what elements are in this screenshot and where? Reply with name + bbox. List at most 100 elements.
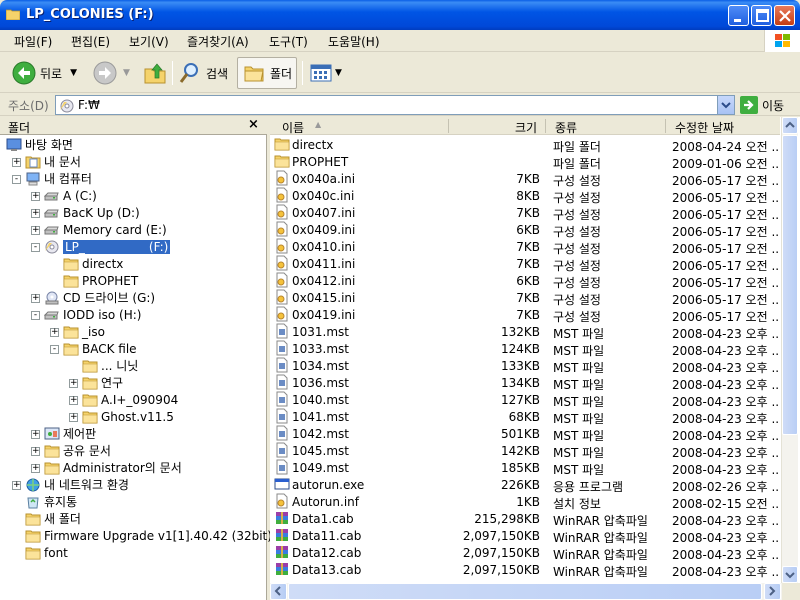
column-header-type[interactable]: 종류 (555, 119, 577, 136)
file-row[interactable]: 1040.mst 127KB MST 파일 2008-04-23 오후 ... (270, 391, 780, 409)
expand-toggle[interactable]: + (31, 464, 40, 473)
file-row[interactable]: 1041.mst 68KB MST 파일 2008-04-23 오후 ... (270, 408, 780, 426)
tree-item[interactable]: 공유 문서 (44, 442, 111, 459)
tree-item[interactable]: _iso (63, 323, 105, 340)
column-header-date[interactable]: 수정한 날짜 (675, 119, 734, 136)
address-dropdown-button[interactable] (717, 96, 734, 114)
maximize-button[interactable] (751, 5, 772, 26)
expand-toggle[interactable]: + (12, 158, 21, 167)
tree-item[interactable]: BacK Up (D:) (43, 204, 140, 221)
menu-file[interactable]: 파일(F) (14, 33, 52, 50)
title-bar[interactable]: LP_COLONIES (F:) (0, 0, 800, 30)
tree-item[interactable]: 바탕 화면 (6, 136, 73, 153)
expand-toggle[interactable]: + (31, 226, 40, 235)
collapse-toggle[interactable]: - (50, 345, 59, 354)
expand-toggle[interactable]: + (31, 430, 40, 439)
tree-item[interactable]: PROPHET (63, 272, 138, 289)
address-input[interactable]: F:₩ (55, 95, 735, 115)
file-row[interactable]: 0x0411.ini 7KB 구성 설정 2006-05-17 오전 ... (270, 255, 780, 273)
scroll-right-button[interactable] (764, 583, 781, 600)
file-list-vertical-scrollbar[interactable] (781, 117, 798, 583)
file-row[interactable]: 0x0412.ini 6KB 구성 설정 2006-05-17 오전 ... (270, 272, 780, 290)
tree-item[interactable]: 내 컴퓨터 (25, 170, 92, 187)
menu-favorites[interactable]: 즐겨찾기(A) (187, 33, 249, 50)
expand-toggle[interactable]: + (69, 379, 78, 388)
file-row[interactable]: Autorun.inf 1KB 설치 정보 2008-02-15 오전 ... (270, 493, 780, 511)
file-row[interactable]: 1042.mst 501KB MST 파일 2008-04-23 오후 ... (270, 425, 780, 443)
tree-item[interactable]: 내 네트워크 환경 (25, 476, 129, 493)
tree-item[interactable]: IODD iso (H:) (43, 306, 141, 323)
tree-item[interactable]: 내 문서 (25, 153, 81, 170)
forward-dropdown-arrow[interactable]: ▼ (123, 68, 130, 78)
up-folder-button[interactable] (143, 57, 167, 89)
back-dropdown-arrow[interactable]: ▼ (70, 68, 77, 78)
file-row[interactable]: 1033.mst 124KB MST 파일 2008-04-23 오후 ... (270, 340, 780, 358)
file-row[interactable]: 0x040c.ini 8KB 구성 설정 2006-05-17 오전 ... (270, 187, 780, 205)
file-row[interactable]: 0x0419.ini 7KB 구성 설정 2006-05-17 오전 ... (270, 306, 780, 324)
tree-item[interactable]: 새 폴더 (25, 510, 81, 527)
expand-toggle[interactable]: + (31, 294, 40, 303)
go-button[interactable]: 이동 (740, 96, 784, 114)
menu-tools[interactable]: 도구(T) (269, 33, 308, 50)
folder-pane-close-button[interactable]: × (248, 117, 259, 132)
tree-item[interactable]: BACK file (63, 340, 137, 357)
tree-item[interactable]: CD 드라이브 (G:) (44, 289, 155, 306)
tree-item[interactable]: Ghost.v11.5 (82, 408, 174, 425)
file-row[interactable]: 0x0415.ini 7KB 구성 설정 2006-05-17 오전 ... (270, 289, 780, 307)
collapse-toggle[interactable]: - (12, 175, 21, 184)
tree-item[interactable]: 휴지통 (25, 493, 77, 510)
file-row[interactable]: 1036.mst 134KB MST 파일 2008-04-23 오후 ... (270, 374, 780, 392)
expand-toggle[interactable]: + (69, 396, 78, 405)
file-row[interactable]: autorun.exe 226KB 응용 프로그램 2008-02-26 오후 ... (270, 476, 780, 494)
file-row[interactable]: 0x040a.ini 7KB 구성 설정 2006-05-17 오전 ... (270, 170, 780, 188)
tree-item[interactable]: 연구 (82, 374, 123, 391)
tree-item[interactable]: ... 니닛 (82, 357, 138, 374)
folders-button[interactable]: 폴더 (237, 57, 298, 89)
horizontal-scroll-thumb[interactable] (288, 583, 762, 600)
tree-item[interactable]: 제어판 (44, 425, 96, 442)
file-row[interactable]: Data13.cab 2,097,150KB WinRAR 압축파일 2008-04-… (270, 561, 780, 579)
scroll-down-button[interactable] (782, 566, 798, 583)
column-header-size[interactable]: 크기 (515, 119, 537, 136)
expand-toggle[interactable]: + (12, 481, 21, 490)
file-row[interactable]: Data12.cab 2,097,150KB WinRAR 압축파일 2008-04-… (270, 544, 780, 562)
scroll-thumb[interactable] (782, 135, 798, 435)
views-dropdown-arrow[interactable]: ▼ (335, 68, 342, 78)
tree-item[interactable]: font (25, 544, 68, 561)
expand-toggle[interactable]: + (31, 209, 40, 218)
file-row[interactable]: Data11.cab 2,097,150KB WinRAR 압축파일 2008-04-… (270, 527, 780, 545)
tree-item[interactable]: A.I+_090904 (82, 391, 178, 408)
file-row[interactable]: 1045.mst 142KB MST 파일 2008-04-23 오후 ... (270, 442, 780, 460)
collapse-toggle[interactable]: - (31, 311, 40, 320)
scroll-left-button[interactable] (270, 583, 287, 600)
file-row[interactable]: Data1.cab 215,298KB WinRAR 압축파일 2008-04-23 … (270, 510, 780, 528)
menu-edit[interactable]: 편집(E) (71, 33, 110, 50)
expand-toggle[interactable]: + (31, 447, 40, 456)
column-header-name[interactable]: 이름 (282, 119, 304, 136)
tree-item[interactable]: Administrator의 문서 (44, 459, 182, 476)
views-button[interactable]: ▼ (309, 57, 342, 89)
minimize-button[interactable] (728, 5, 749, 26)
collapse-toggle[interactable]: - (31, 243, 40, 252)
expand-toggle[interactable]: + (50, 328, 59, 337)
search-button[interactable]: 검색 (178, 57, 228, 89)
file-row[interactable]: 1049.mst 185KB MST 파일 2008-04-23 오후 ... (270, 459, 780, 477)
file-list-horizontal-scrollbar[interactable] (270, 583, 782, 600)
tree-item[interactable]: Firmware Upgrade v1[1].40.42 (32bit) (25, 527, 272, 544)
menu-help[interactable]: 도움말(H) (328, 33, 380, 50)
file-row[interactable]: 0x0410.ini 7KB 구성 설정 2006-05-17 오전 ... (270, 238, 780, 256)
expand-toggle[interactable]: + (31, 192, 40, 201)
scroll-up-button[interactable] (782, 117, 798, 134)
expand-toggle[interactable]: + (69, 413, 78, 422)
file-row[interactable]: 0x0409.ini 6KB 구성 설정 2006-05-17 오전 ... (270, 221, 780, 239)
file-row[interactable]: directx 파일 폴더 2008-04-24 오전 ... (270, 136, 780, 154)
tree-item[interactable]: directx (63, 255, 123, 272)
tree-item[interactable]: A (C:) (43, 187, 97, 204)
back-button[interactable]: 뒤로 ▼ (12, 57, 77, 89)
file-row[interactable]: 1031.mst 132KB MST 파일 2008-04-23 오후 ... (270, 323, 780, 341)
file-row[interactable]: PROPHET 파일 폴더 2009-01-06 오전 ... (270, 153, 780, 171)
tree-item[interactable]: Memory card (E:) (43, 221, 167, 238)
file-row[interactable]: 0x0407.ini 7KB 구성 설정 2006-05-17 오전 ... (270, 204, 780, 222)
menu-view[interactable]: 보기(V) (129, 33, 169, 50)
tree-item[interactable]: LP_ (F:) (44, 238, 171, 255)
